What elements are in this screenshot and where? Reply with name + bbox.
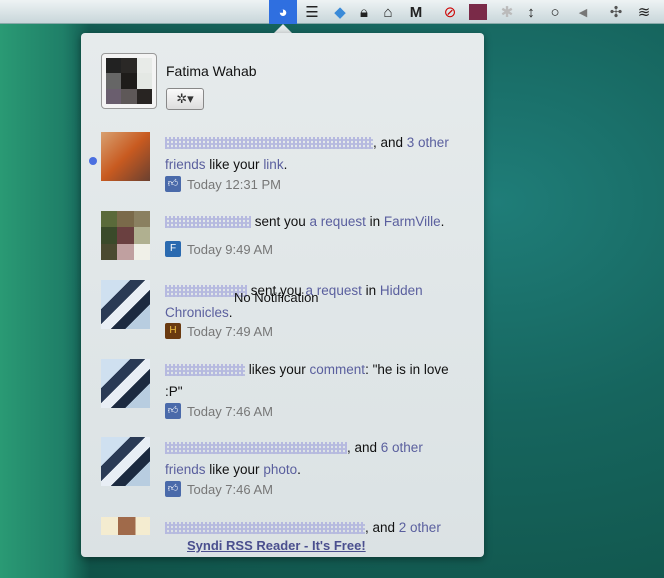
like-icon: 👍︎: [165, 403, 181, 419]
syndi-rss-footer-link[interactable]: Syndi RSS Reader - It's Free!: [187, 538, 366, 553]
settings-gear-button[interactable]: ✲▾: [166, 88, 204, 110]
profile-avatar: [101, 53, 157, 109]
obscured-name: [165, 137, 373, 150]
request-link[interactable]: a request: [310, 214, 366, 229]
comment-link[interactable]: comment: [310, 362, 366, 377]
like-icon: 👍︎: [165, 481, 181, 497]
timestamp: Today 9:49 AM: [187, 241, 273, 257]
wifi-sync-icon[interactable]: ☰: [302, 2, 322, 22]
volume-icon[interactable]: ◀: [573, 2, 593, 22]
no-notification-overlay: No Notification: [234, 290, 319, 305]
desktop-background: [0, 22, 90, 578]
like-icon: 👍︎: [165, 176, 181, 192]
timestamp: Today 7:46 AM: [187, 403, 273, 419]
avatar: [101, 359, 150, 408]
avatar: [101, 437, 150, 486]
obscured-name: [165, 522, 365, 535]
facebook-notify-icon[interactable]: ◕: [269, 0, 297, 24]
paw-icon[interactable]: ✱: [497, 2, 517, 22]
obscured-name: [165, 442, 347, 455]
gmail-icon[interactable]: M: [406, 2, 426, 22]
unread-dot: [89, 157, 97, 165]
timestamp: Today 12:31 PM: [187, 176, 281, 192]
chat-icon[interactable]: ○: [545, 2, 565, 22]
gear-icon: ✲▾: [176, 91, 194, 106]
obscured-name: [165, 364, 245, 377]
others-link[interactable]: 2 other: [399, 520, 441, 535]
hidden-chronicles-icon: H: [165, 323, 181, 339]
bell-icon[interactable]: ⌂: [378, 2, 398, 22]
obscured-name: [165, 216, 251, 229]
resize-icon[interactable]: ↕: [521, 2, 541, 22]
sleep-icon[interactable]: ⊘: [440, 2, 460, 22]
menubar: ◕ ☰ ◆ 🔒︎ ⌂ M ⊘ ✱ ↕ ○ ◀ ✣ ≋: [0, 0, 664, 24]
timestamp: Today 7:49 AM: [187, 323, 273, 339]
wifi-icon[interactable]: ≋: [634, 2, 654, 22]
avatar: [101, 280, 150, 329]
dropbox-icon[interactable]: ◆: [330, 2, 350, 22]
avatar: [101, 517, 150, 535]
app-link[interactable]: FarmVille: [384, 214, 441, 229]
timestamp: Today 7:46 AM: [187, 481, 273, 497]
avatar: [101, 211, 150, 260]
app-icon[interactable]: [469, 4, 487, 20]
notifications-popover: Fatima Wahab ✲▾ , and 3 other friends li…: [81, 33, 484, 557]
profile-name: Fatima Wahab: [166, 63, 257, 79]
farmville-icon: F: [165, 241, 181, 257]
bluetooth-icon[interactable]: ✣: [606, 2, 626, 22]
photo-link[interactable]: photo: [263, 462, 297, 477]
avatar: [101, 132, 150, 181]
link-link[interactable]: link: [263, 157, 283, 172]
lock-icon[interactable]: 🔒︎: [354, 2, 374, 22]
